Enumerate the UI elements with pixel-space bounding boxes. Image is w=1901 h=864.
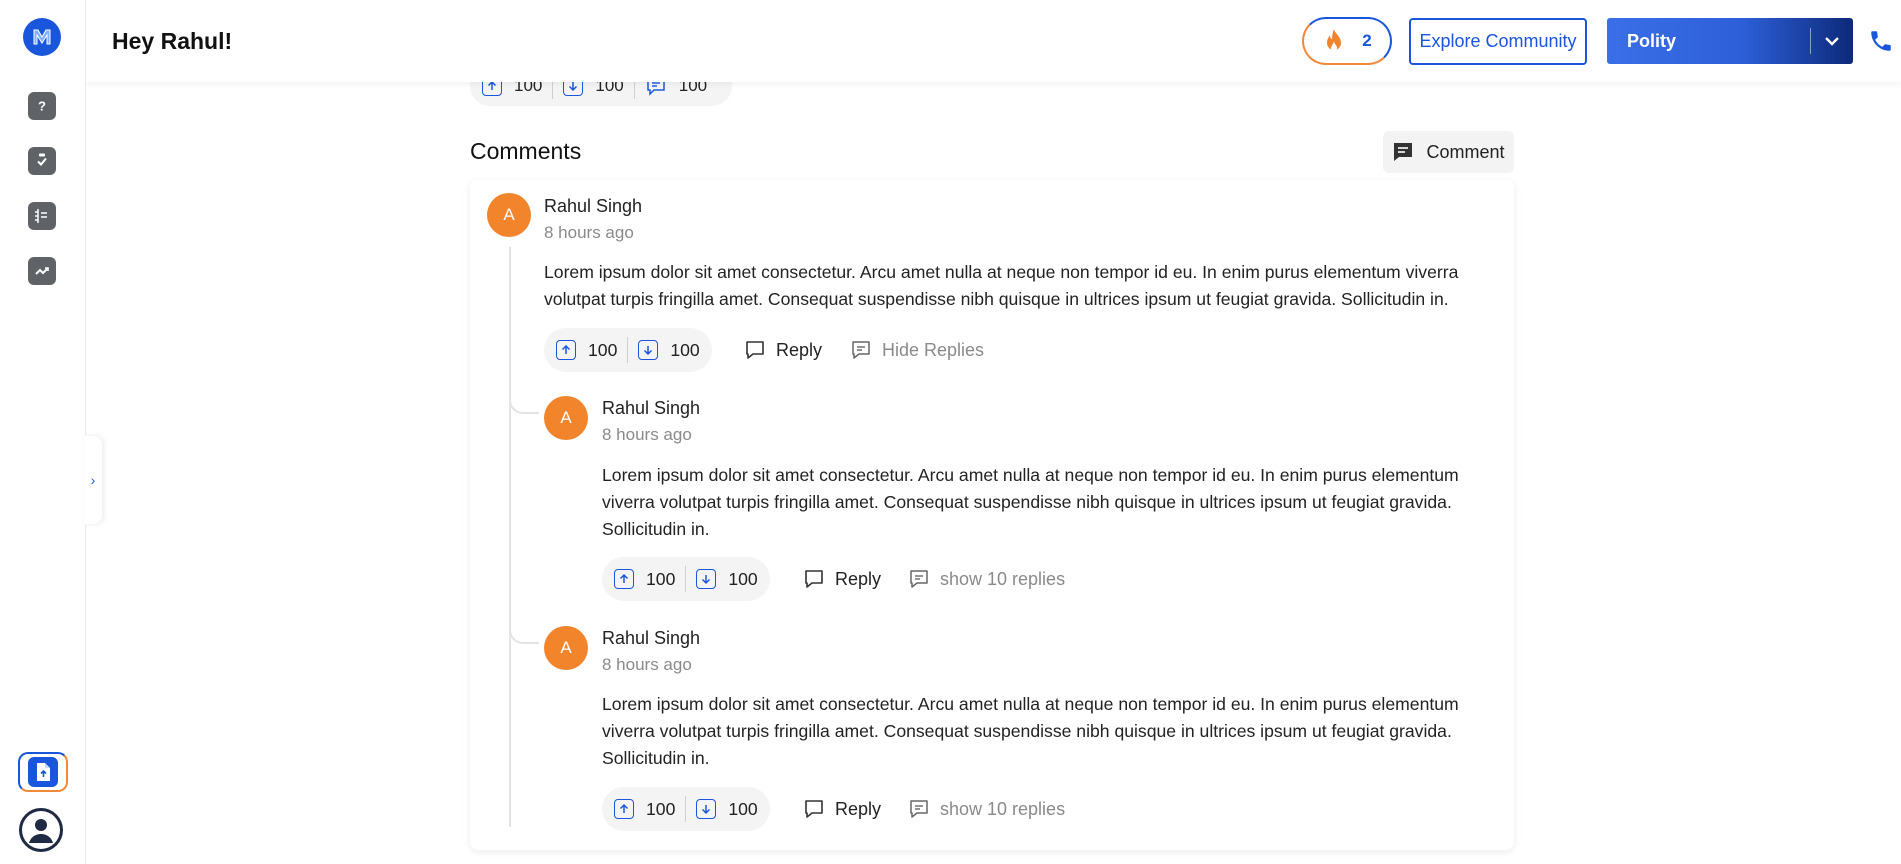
document-upload-icon [28,757,58,787]
comment-author[interactable]: Rahul Singh [602,398,700,419]
reply-button[interactable]: Reply [803,568,881,590]
user-silhouette-icon [22,811,60,849]
comment-author[interactable]: Rahul Singh [544,196,642,217]
upvote-button[interactable]: 100 [614,569,675,590]
comment-text: Lorem ipsum dolor sit amet consectetur. … [602,694,1459,768]
phone-icon[interactable] [1868,28,1894,54]
subject-dropdown-label: Polity [1627,30,1677,51]
reply-label: Reply [835,568,882,589]
reply-button[interactable]: Reply [803,798,881,820]
downvote-icon [696,569,717,589]
downvote-icon [638,340,659,360]
comment-time: 8 hours ago [602,655,692,674]
upvote-count: 100 [646,798,676,819]
avatar[interactable]: A [487,193,531,237]
reply-bubble-icon [805,570,823,588]
logo-m-icon [33,29,51,45]
reply-label: Reply [835,798,882,819]
avatar[interactable]: A [544,396,588,440]
svg-text:?: ? [38,99,46,114]
replies-icon [910,570,928,588]
thread-connector [509,400,539,414]
profile-avatar-button[interactable] [19,808,63,852]
comment-vote-bar: 100 100 [602,787,770,831]
app-logo[interactable] [23,18,61,56]
show-replies-button[interactable]: show 10 replies [908,798,1065,820]
upvote-count: 100 [588,339,618,360]
left-sidebar: ? [0,0,86,864]
vote-divider [685,796,687,822]
comment-vote-bar: 100 100 [602,557,770,601]
reply-bubble-icon [805,800,823,818]
trend-chart-icon[interactable] [28,257,56,285]
vote-divider [685,566,687,592]
comment-vote-bar: 100 100 [544,328,712,372]
upvote-icon [556,340,576,360]
streak-count: 2 [1362,31,1372,50]
sidebar-expand-toggle[interactable]: › [84,436,102,524]
comment-time: 8 hours ago [544,223,634,242]
notebook-icon[interactable] [28,202,56,230]
thread-connector [509,630,539,644]
chevron-down-icon[interactable] [1811,36,1853,46]
upload-document-button[interactable] [18,752,68,792]
hide-replies-label: Hide Replies [882,339,985,360]
upvote-button[interactable]: 100 [556,340,617,361]
vote-divider [627,337,629,363]
show-replies-button[interactable]: show 10 replies [908,568,1065,590]
downvote-button[interactable]: 100 [696,568,758,590]
reply-button[interactable]: Reply [744,339,822,361]
greeting-title: Hey Rahul! [112,28,233,54]
downvote-button[interactable]: 100 [638,339,700,361]
comments-heading: Comments [470,138,582,164]
downvote-count: 100 [670,339,700,360]
upvote-icon [614,799,634,819]
comments-card: A Rahul Singh 8 hours ago Lorem ipsum do… [470,180,1514,850]
comment-text: Lorem ipsum dolor sit amet consectetur. … [602,465,1459,539]
top-header: Hey Rahul! 2 Explore Community Polity [86,0,1901,82]
fire-icon [1327,29,1342,51]
upvote-count: 100 [646,568,676,589]
upvote-button[interactable]: 100 [614,799,675,820]
clipboard-check-icon[interactable] [28,147,56,175]
downvote-button[interactable]: 100 [696,798,758,820]
comment-author[interactable]: Rahul Singh [602,628,700,649]
explore-community-button[interactable]: Explore Community [1409,18,1587,65]
downvote-count: 100 [728,798,758,819]
chevron-right-icon: › [90,472,96,488]
show-replies-label: show 10 replies [940,568,1066,589]
downvote-icon [696,799,717,819]
replies-icon [910,800,928,818]
streak-badge[interactable]: 2 [1302,17,1392,65]
reply-bubble-icon [746,341,764,359]
comment-icon [1394,143,1413,161]
question-icon[interactable]: ? [28,92,56,120]
comment-time: 8 hours ago [602,425,692,444]
reply-label: Reply [776,339,823,360]
show-replies-label: show 10 replies [940,798,1066,819]
downvote-count: 100 [728,568,758,589]
hide-replies-button[interactable]: Hide Replies [850,339,984,361]
add-comment-label: Comment [1426,141,1505,162]
thread-line [509,247,511,827]
comment-text: Lorem ipsum dolor sit amet consectetur. … [544,262,1459,309]
replies-icon [852,341,870,359]
add-comment-button[interactable]: Comment [1383,131,1514,173]
subject-dropdown[interactable]: Polity [1607,18,1853,64]
upvote-icon [614,569,634,589]
avatar[interactable]: A [544,626,588,670]
